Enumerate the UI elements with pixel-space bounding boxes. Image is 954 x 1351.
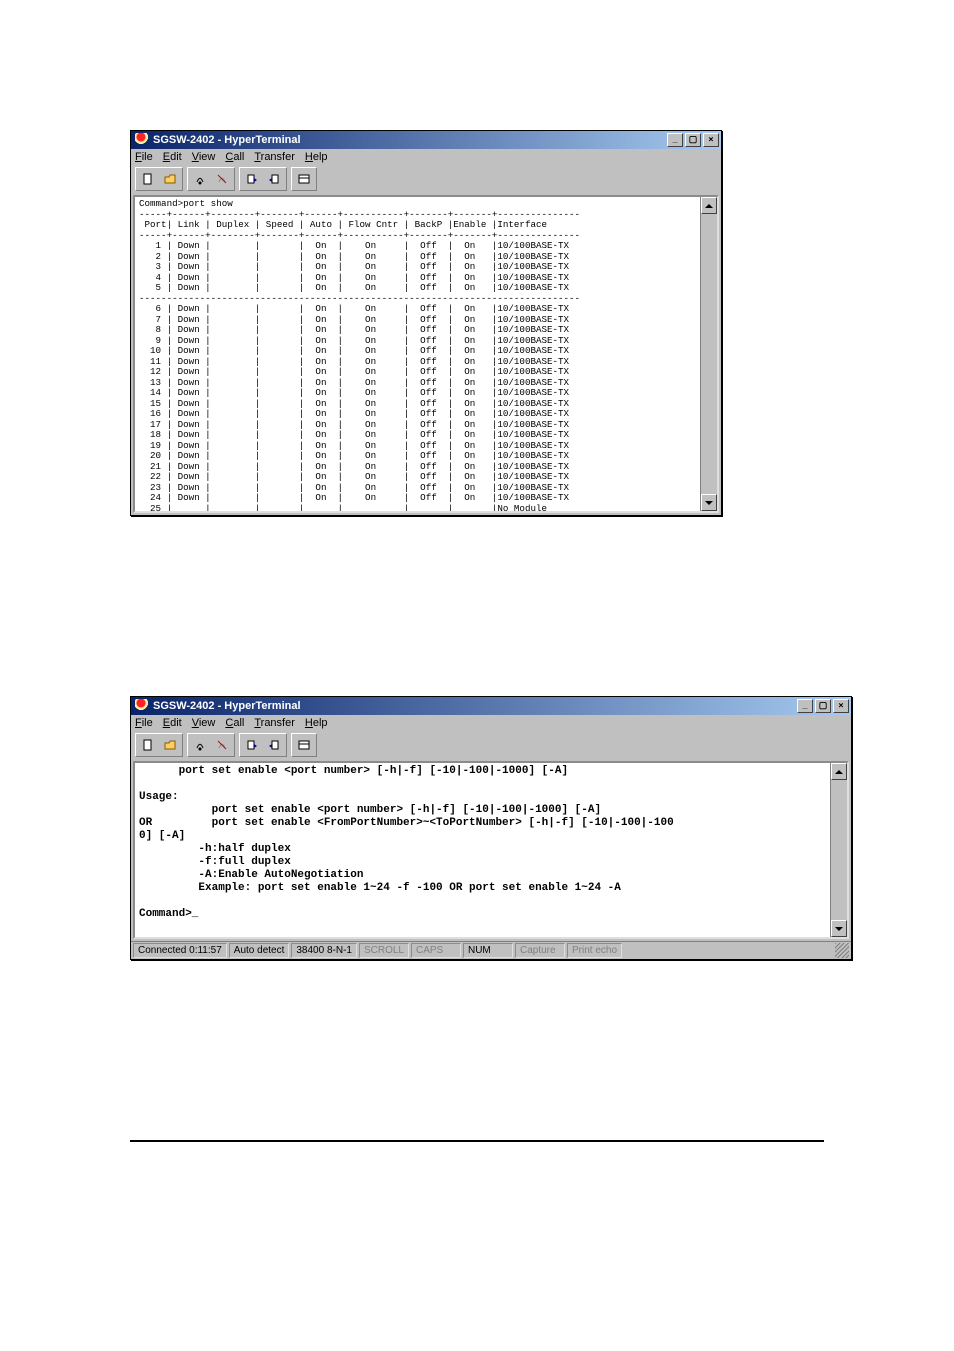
status-caps: CAPS [411,943,461,958]
titlebar[interactable]: SGSW-2402 - HyperTerminal _ ▢ × [131,131,721,149]
status-connected: Connected 0:11:57 [133,943,227,958]
send-icon[interactable] [241,169,263,189]
status-line: 38400 8-N-1 [291,943,357,958]
scroll-down-icon[interactable] [831,920,847,937]
scrollbar[interactable] [830,763,847,937]
menu-call[interactable]: Call [225,717,244,729]
menu-edit[interactable]: Edit [163,151,182,163]
terminal-output[interactable]: Command>port show -----+------+--------+… [135,197,717,511]
menubar: File Edit View Call Transfer Help [131,149,721,165]
status-echo: Print echo [567,943,622,958]
menu-view[interactable]: View [192,717,216,729]
menu-file[interactable]: File [135,151,153,163]
window-buttons: _ ▢ × [797,699,849,713]
properties-icon[interactable] [293,735,315,755]
status-capture: Capture [515,943,565,958]
menu-transfer[interactable]: Transfer [254,151,295,163]
window-buttons: _ ▢ × [667,133,719,147]
titlebar[interactable]: SGSW-2402 - HyperTerminal _ ▢ × [131,697,851,715]
close-button[interactable]: × [833,699,849,713]
menu-help[interactable]: Help [305,717,328,729]
send-icon[interactable] [241,735,263,755]
statusbar: Connected 0:11:57 Auto detect 38400 8-N-… [131,941,851,959]
menu-edit[interactable]: Edit [163,717,182,729]
menu-help[interactable]: Help [305,151,328,163]
scrollbar[interactable] [700,197,717,511]
menu-call[interactable]: Call [225,151,244,163]
receive-icon[interactable] [263,735,285,755]
properties-icon[interactable] [293,169,315,189]
disconnect-icon[interactable] [211,169,233,189]
terminal: port set enable <port number> [-h|-f] [-… [133,761,849,939]
window-title: SGSW-2402 - HyperTerminal [153,134,301,146]
hyperterminal-window-1: SGSW-2402 - HyperTerminal _ ▢ × File Edi… [130,130,722,516]
resize-grip-icon[interactable] [835,943,849,958]
maximize-button[interactable]: ▢ [685,133,701,147]
menu-view[interactable]: View [192,151,216,163]
minimize-button[interactable]: _ [797,699,813,713]
terminal: Command>port show -----+------+--------+… [133,195,719,513]
toolbar [131,165,721,195]
toolbar [131,731,851,761]
minimize-button[interactable]: _ [667,133,683,147]
new-icon[interactable] [137,735,159,755]
connect-icon[interactable] [189,735,211,755]
terminal-output[interactable]: port set enable <port number> [-h|-f] [-… [135,763,847,937]
open-icon[interactable] [159,735,181,755]
scroll-down-icon[interactable] [701,494,717,511]
new-icon[interactable] [137,169,159,189]
scroll-up-icon[interactable] [701,197,717,214]
status-scroll: SCROLL [359,943,409,958]
connect-icon[interactable] [189,169,211,189]
disconnect-icon[interactable] [211,735,233,755]
close-button[interactable]: × [703,133,719,147]
app-icon [135,133,149,147]
menubar: File Edit View Call Transfer Help [131,715,851,731]
app-icon [135,699,149,713]
status-detect: Auto detect [229,943,290,958]
page-divider [130,1140,824,1142]
menu-file[interactable]: File [135,717,153,729]
window-title: SGSW-2402 - HyperTerminal [153,700,301,712]
scroll-up-icon[interactable] [831,763,847,780]
status-num: NUM [463,943,513,958]
hyperterminal-window-2: SGSW-2402 - HyperTerminal _ ▢ × File Edi… [130,696,852,960]
receive-icon[interactable] [263,169,285,189]
menu-transfer[interactable]: Transfer [254,717,295,729]
maximize-button[interactable]: ▢ [815,699,831,713]
open-icon[interactable] [159,169,181,189]
